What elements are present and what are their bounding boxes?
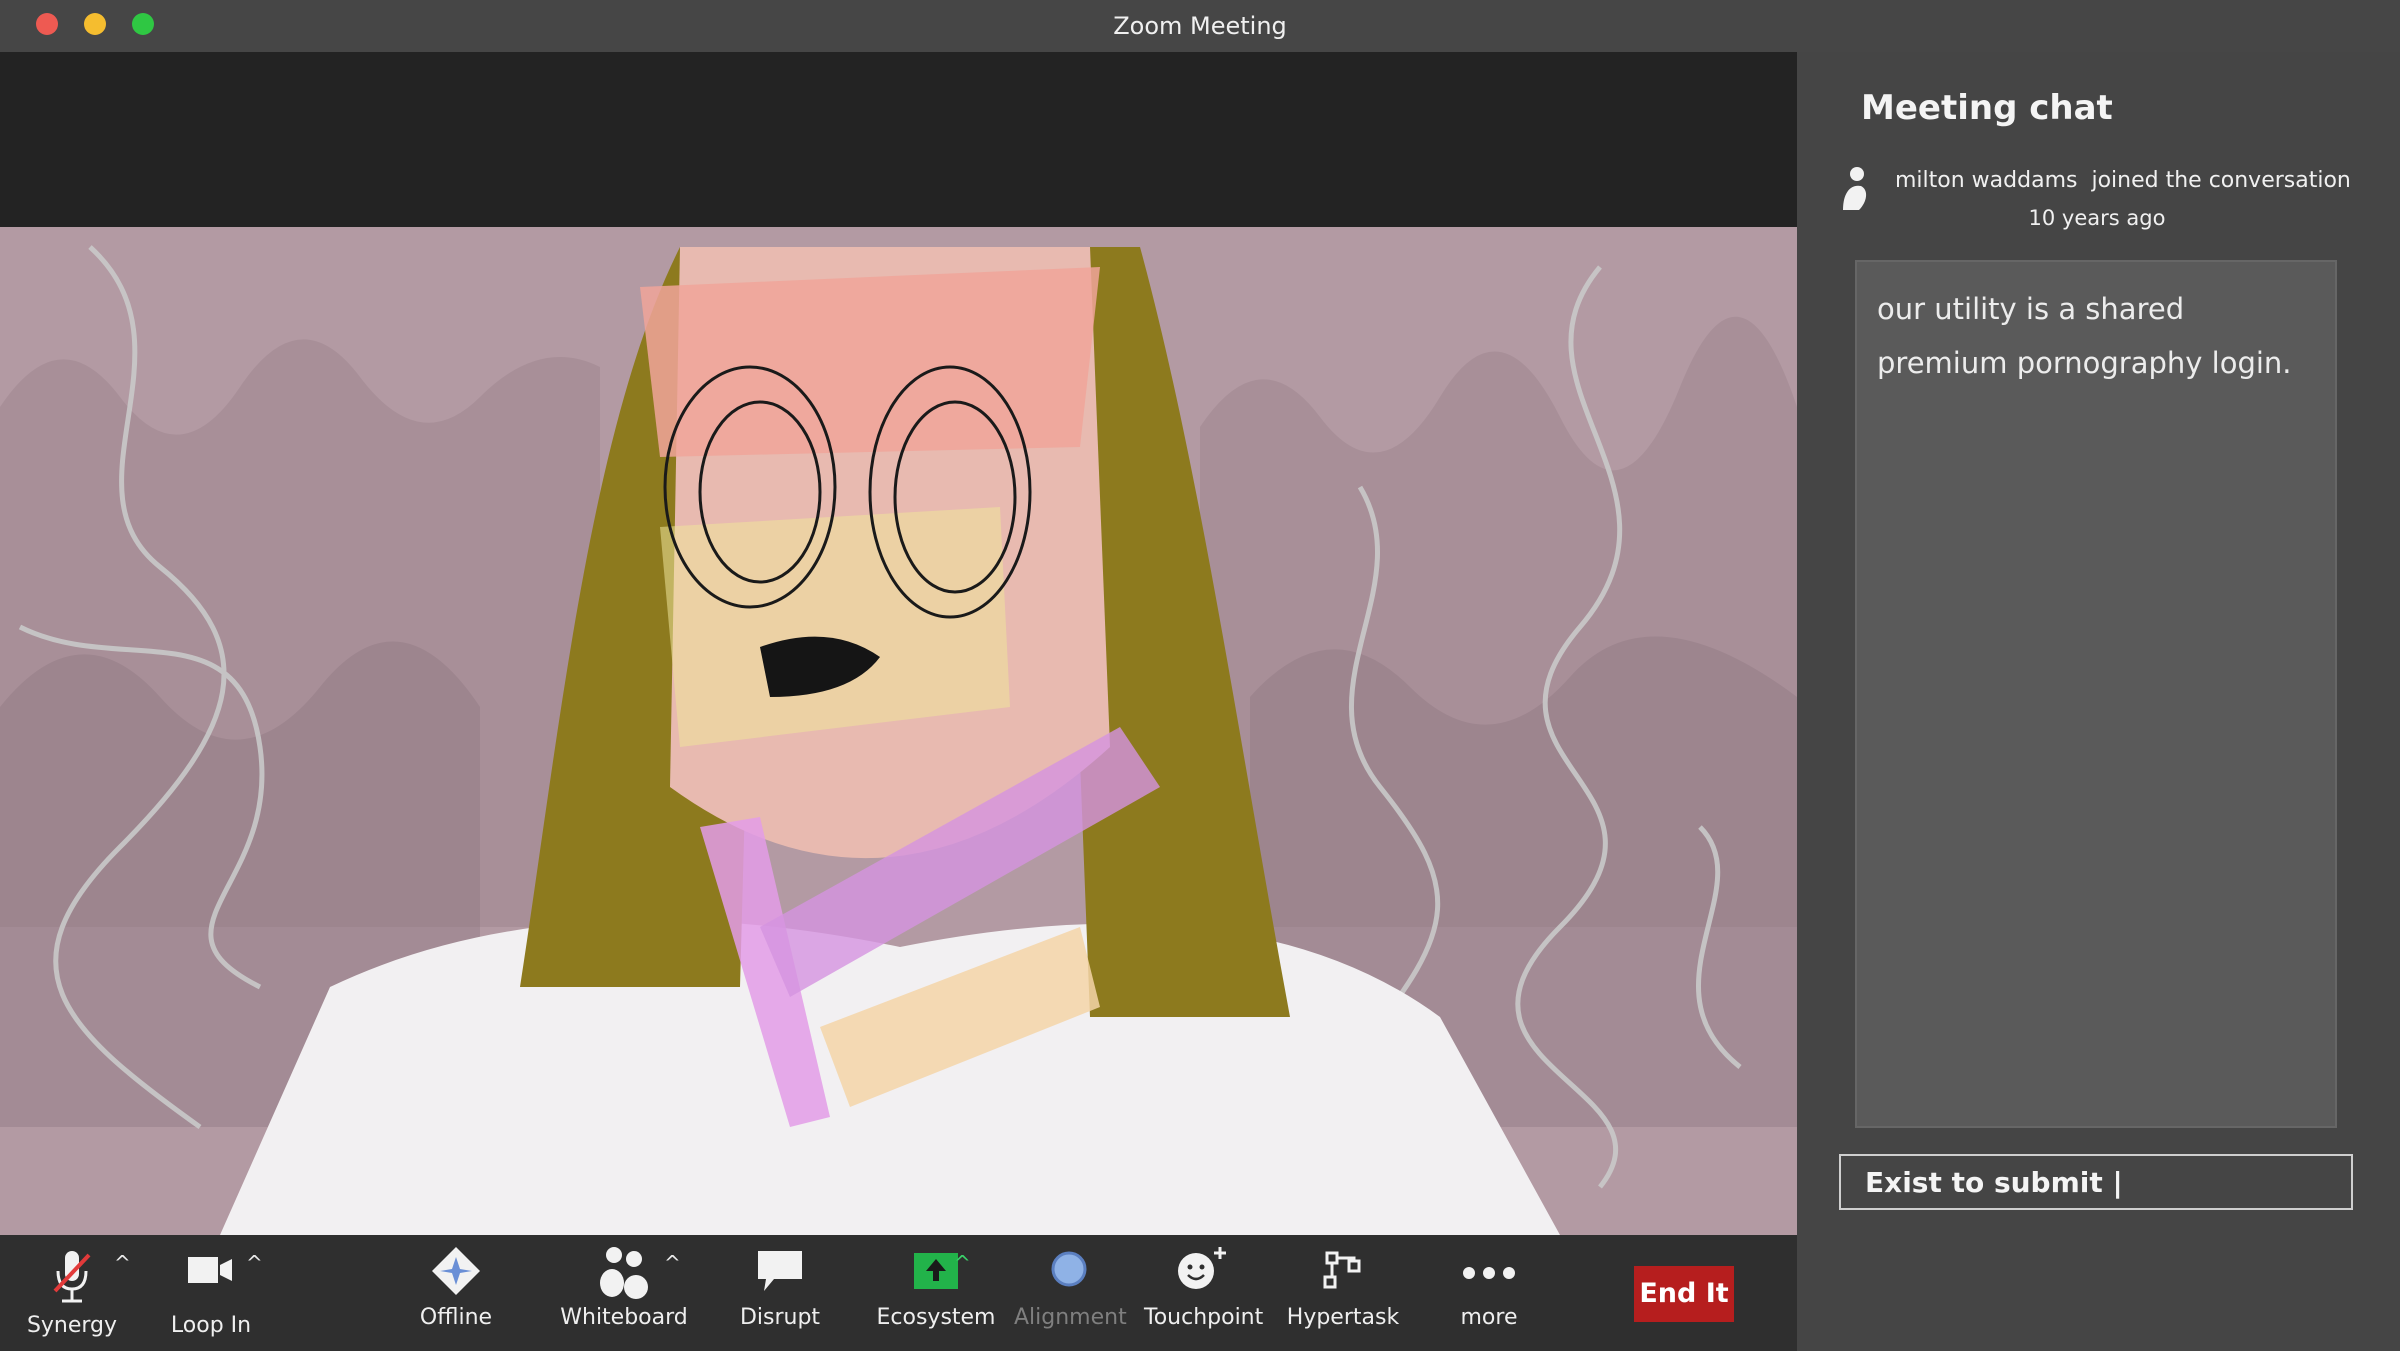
join-action: joined the conversation [2091, 168, 2351, 193]
smiley-plus-icon [1178, 1247, 1226, 1289]
chat-panel: Meeting chat milton waddams joined the c… [1797, 52, 2400, 1351]
message-list[interactable]: our utility is a shared premium pornogra… [1855, 260, 2337, 1128]
workflow-icon [1323, 1251, 1361, 1289]
alignment-label: Alignment [1014, 1305, 1127, 1330]
share-options-caret[interactable]: ^ [954, 1251, 971, 1275]
participants-options-caret[interactable]: ^ [664, 1251, 681, 1275]
video-letterbox [0, 52, 1797, 227]
circle-icon [1051, 1251, 1087, 1287]
synergy-button[interactable]: Synergy [20, 1247, 124, 1338]
alignment-button[interactable]: Alignment [1014, 1243, 1127, 1330]
join-notice: milton waddams joined the conversation [1895, 168, 2351, 193]
chat-message: our utility is a shared premium pornogra… [1877, 292, 2292, 380]
join-timestamp: 10 years ago [2028, 206, 2166, 230]
people-icon [600, 1247, 648, 1299]
disrupt-button[interactable]: Disrupt [730, 1243, 830, 1330]
video-camera-icon [188, 1257, 232, 1283]
chat-title: Meeting chat [1861, 88, 2113, 128]
speech-bubble-icon [758, 1251, 802, 1291]
end-meeting-button[interactable]: End It [1634, 1266, 1734, 1322]
hypertask-label: Hypertask [1286, 1305, 1400, 1330]
video-options-caret[interactable]: ^ [246, 1251, 263, 1275]
offline-label: Offline [419, 1305, 493, 1330]
audio-options-caret[interactable]: ^ [114, 1251, 131, 1275]
chat-input[interactable]: Exist to submit | [1839, 1154, 2353, 1210]
ecosystem-label: Ecosystem [876, 1305, 996, 1330]
join-username: milton waddams [1895, 168, 2078, 193]
window-title: Zoom Meeting [1113, 12, 1287, 40]
synergy-label: Synergy [26, 1313, 118, 1338]
touchpoint-label: Touchpoint [1144, 1305, 1264, 1330]
disrupt-label: Disrupt [739, 1305, 821, 1330]
title-bar: Zoom Meeting [0, 0, 2400, 52]
video-painting [0, 227, 1797, 1235]
ecosystem-button[interactable]: Ecosystem [872, 1243, 1000, 1330]
loop-in-label: Loop In [170, 1313, 252, 1338]
hypertask-button[interactable]: Hypertask [1284, 1243, 1402, 1330]
microphone-muted-icon [53, 1251, 91, 1303]
meeting-toolbar: Synergy ^ Loop In ^ Offline Whiteboard ^… [0, 1235, 1797, 1351]
participant-video [0, 227, 1797, 1235]
more-label: more [1460, 1305, 1518, 1330]
whiteboard-label: Whiteboard [560, 1305, 688, 1330]
diamond-star-icon [432, 1247, 480, 1295]
offline-button[interactable]: Offline [408, 1243, 504, 1330]
ellipsis-icon [1463, 1267, 1515, 1279]
more-button[interactable]: more [1444, 1243, 1534, 1330]
touchpoint-button[interactable]: Touchpoint [1144, 1243, 1264, 1330]
